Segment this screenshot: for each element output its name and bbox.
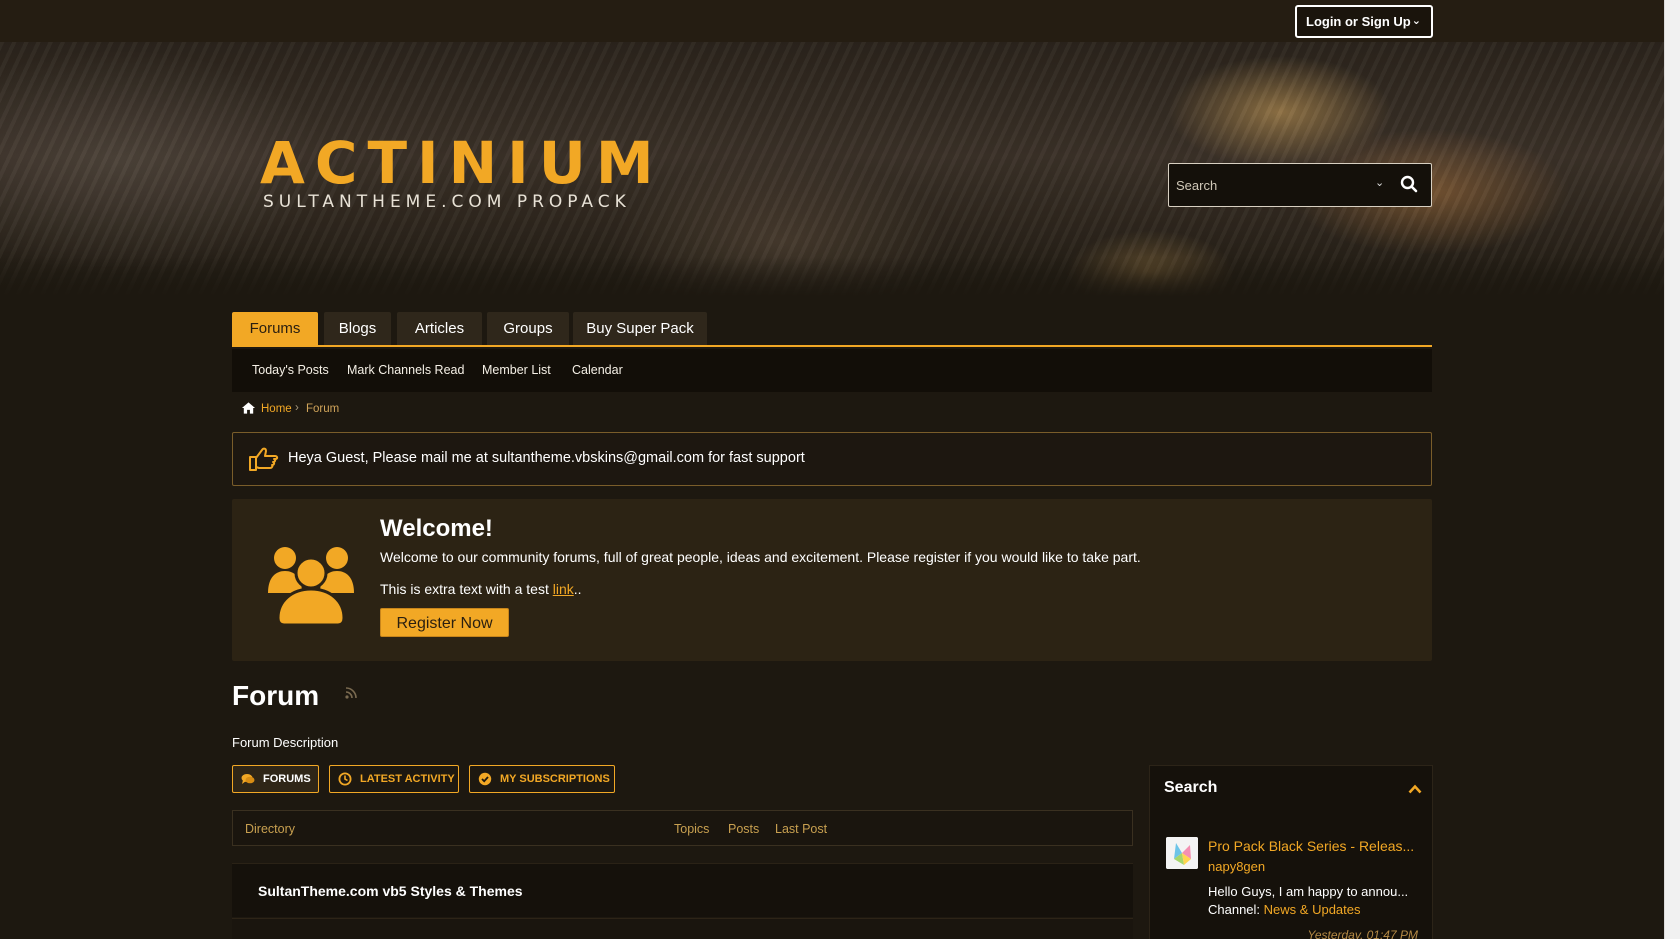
sidebar-search-widget: Search Pro Pack Black Series - Releas...… (1149, 765, 1433, 939)
column-posts: Posts (728, 822, 760, 836)
page: Login or Sign Up ⌄ ACTINIUM SULTANTHEME.… (0, 0, 1664, 939)
column-directory: Directory (245, 822, 296, 836)
breadcrumb-separator-icon: › (295, 402, 299, 414)
users-group-icon (268, 547, 354, 625)
subnav-todays-posts[interactable]: Today's Posts (252, 363, 329, 377)
main-nav-tabs: Forums Blogs Articles Groups Buy Super P… (232, 312, 1432, 347)
header-search-input[interactable] (1174, 173, 1364, 197)
sidebar-post-time: Yesterday, 01:47 PM (1307, 928, 1418, 939)
login-signup-button[interactable]: Login or Sign Up ⌄ (1295, 5, 1433, 38)
chat-bubbles-icon (241, 774, 255, 784)
site-logo-title[interactable]: ACTINIUM (260, 128, 664, 198)
notice-text: Heya Guest, Please mail me at sultanthem… (288, 450, 805, 466)
sub-nav: Today's Posts Mark Channels Read Member … (232, 349, 1432, 392)
channel-link[interactable]: News & Updates (1264, 902, 1361, 917)
sidebar-post-author-link[interactable]: napy8gen (1208, 859, 1265, 874)
forum-category-row[interactable]: SultanTheme.com vb5 Styles & Themes (232, 863, 1133, 917)
welcome-title: Welcome! (380, 515, 493, 542)
forums-filter-button[interactable]: FORUMS (232, 765, 319, 793)
sidebar-post-excerpt: Hello Guys, I am happy to annou... (1208, 884, 1409, 899)
site-logo-subtitle: SULTANTHEME.COM PROPACK (263, 192, 631, 212)
latest-activity-label: LATEST ACTIVITY (360, 773, 455, 785)
welcome-extra-text: This is extra text with a test link.. (380, 581, 582, 597)
welcome-panel: Welcome! Welcome to our community forums… (232, 499, 1432, 661)
welcome-text: Welcome to our community forums, full of… (380, 549, 1141, 565)
chevron-down-icon: ⌄ (1411, 15, 1421, 27)
welcome-extra-suffix: .. (573, 581, 582, 597)
latest-activity-button[interactable]: LATEST ACTIVITY (329, 765, 459, 793)
subnav-member-list[interactable]: Member List (482, 363, 551, 377)
forum-table-header: Directory Topics Posts Last Post (232, 810, 1133, 846)
page-title: Forum (232, 680, 320, 711)
subnav-calendar[interactable]: Calendar (572, 363, 623, 377)
breadcrumb-current: Forum (306, 403, 340, 415)
login-label: Login or Sign Up (1306, 14, 1411, 29)
avatar[interactable] (1166, 837, 1198, 869)
channel-label: Channel: (1208, 902, 1261, 917)
tab-buy-super-pack[interactable]: Buy Super Pack (573, 312, 707, 345)
my-subscriptions-button[interactable]: MY SUBSCRIPTIONS (469, 765, 615, 793)
forum-row (232, 918, 1133, 939)
header-banner: ACTINIUM SULTANTHEME.COM PROPACK ⌄ (0, 42, 1664, 297)
breadcrumb-home[interactable]: Home (261, 403, 292, 415)
forum-category-title[interactable]: SultanTheme.com vb5 Styles & Themes (258, 883, 523, 899)
column-last-post: Last Post (775, 822, 828, 836)
chevron-up-icon[interactable] (1408, 784, 1422, 794)
pointing-hand-icon (249, 447, 279, 471)
forums-filter-label: FORUMS (263, 773, 311, 785)
forum-description: Forum Description (232, 735, 339, 750)
tab-forums[interactable]: Forums (232, 312, 318, 345)
home-icon[interactable] (241, 401, 256, 415)
tab-blogs[interactable]: Blogs (324, 312, 391, 345)
sidebar-post-title-link[interactable]: Pro Pack Black Series - Releas... (1208, 838, 1414, 854)
column-topics: Topics (674, 822, 710, 836)
header-search-box: ⌄ (1168, 163, 1432, 207)
welcome-extra-prefix: This is extra text with a test (380, 581, 553, 597)
my-subscriptions-label: MY SUBSCRIPTIONS (500, 773, 610, 785)
clock-icon (338, 772, 352, 786)
notice-bar: Heya Guest, Please mail me at sultanthem… (232, 432, 1432, 486)
search-options-chevron-icon[interactable]: ⌄ (1375, 176, 1384, 189)
search-icon[interactable] (1399, 174, 1419, 194)
top-bar: Login or Sign Up ⌄ (0, 0, 1664, 42)
tab-groups[interactable]: Groups (487, 312, 569, 345)
check-circle-icon (478, 772, 492, 786)
welcome-test-link[interactable]: link (553, 581, 574, 597)
tab-articles[interactable]: Articles (397, 312, 482, 345)
register-now-button[interactable]: Register Now (380, 608, 509, 637)
sidebar-search-title: Search (1164, 779, 1218, 796)
rss-icon[interactable] (345, 687, 357, 699)
sidebar-post-channel: Channel: News & Updates (1208, 902, 1361, 917)
subnav-mark-channels-read[interactable]: Mark Channels Read (347, 363, 464, 377)
vertical-scrollbar[interactable] (1664, 0, 1680, 939)
